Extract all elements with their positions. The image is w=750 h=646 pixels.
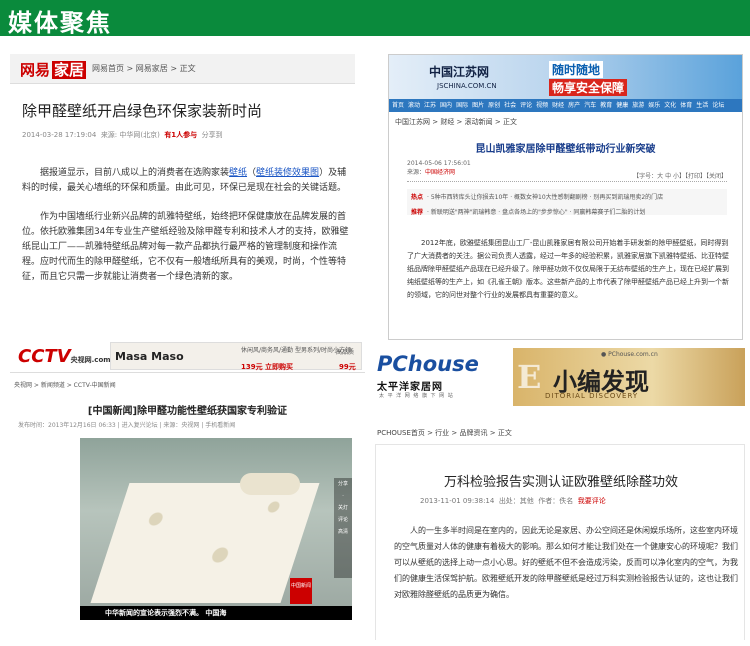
article-title: 除甲醛壁纸开启绿色环保家装新时尚: [22, 102, 263, 120]
jschina-logo[interactable]: 中国江苏网: [429, 63, 489, 80]
nav-item[interactable]: 国际: [456, 102, 468, 109]
nav-item[interactable]: 原创: [488, 102, 500, 109]
nav-item[interactable]: 教育: [600, 102, 612, 109]
netease-topbar: 网易 家居 网易首页 > 网易家居 > 正文: [10, 54, 355, 84]
nav-item[interactable]: 汽车: [584, 102, 596, 109]
nav-item[interactable]: 江苏: [424, 102, 436, 109]
nav-item[interactable]: 健康: [616, 102, 628, 109]
ad-slogan-highlight[interactable]: 畅享安全保障: [549, 79, 628, 96]
article-title: 万科检验报告实测认证欧雅壁纸除醛功效: [443, 475, 678, 490]
video-caption: 中华新闻的宣论表示强烈不满。 中国海: [80, 606, 352, 620]
breadcrumb[interactable]: 央视网 > 新闻频道 > CCTV-中国新闻: [10, 373, 365, 396]
nav-item[interactable]: 社会: [504, 102, 516, 109]
nav-item[interactable]: 视频: [536, 102, 548, 109]
jschina-url: JSCHINA.COM.CN: [437, 82, 497, 90]
article-meta: 2014-05-06 17:56:01 来源：中国经济网 【字号：大 中 小】【…: [407, 160, 727, 182]
wallpaper-sheet-image: [90, 483, 320, 603]
banner-subtitle: DITORIAL DISCOVERY: [545, 392, 639, 400]
main-nav: 首页 滚动 江苏 国内 国际 图片 原创 社会 评论 视频 财经 房产 汽车 教育 健康 旅游 娱乐 文化 体育 生活…: [389, 99, 742, 112]
header-bar: 媒体聚焦: [0, 0, 750, 37]
nav-item[interactable]: 体育: [680, 102, 692, 109]
video-side-control[interactable]: 分享: [334, 478, 352, 490]
share-link[interactable]: 分享到: [202, 131, 223, 139]
ad-text-2: 高品质: [336, 349, 355, 356]
participants-link[interactable]: 有1人参与: [164, 131, 197, 139]
font-size-tools[interactable]: 【字号：大 中 小】【打印】【关闭】: [633, 171, 727, 180]
nav-item[interactable]: 房产: [568, 102, 580, 109]
nav-item[interactable]: 图片: [472, 102, 484, 109]
netease-article-panel: 网易 家居 网易首页 > 网易家居 > 正文 除甲醛壁纸开启绿色环保家装新时尚 2…: [10, 54, 355, 286]
article-body: 人的一生多半时间是在室内的，因此无论是家居、办公空间还是休闲娱乐场所，这些室内环…: [394, 526, 738, 599]
ad-text: 休闲风/商务风/通勤 型男系列/时尚小方领: [241, 347, 351, 354]
breadcrumb[interactable]: 中国江苏网 > 财经 > 滚动新闻 > 正文: [389, 112, 742, 132]
banner-letter: E: [517, 358, 542, 396]
recommend-link-row[interactable]: · 新联明送"两神"凯瑞韩意 · 盘点各场上的"步步惊心" · 同赢韩幕赛子们二…: [427, 209, 645, 216]
ad-slogan[interactable]: 随时随地: [549, 61, 604, 78]
pchouse-logo-cn: 太平洋家居网: [377, 382, 443, 393]
video-side-controls: 分享 · 关灯 评论 高清: [334, 478, 352, 578]
article-meta: 2013-11-01 09:38:14 出处：其他 作者：佚名 我要评论: [420, 497, 606, 505]
jschina-article-panel: 中国江苏网 JSCHINA.COM.CN 随时随地 畅享安全保障 首页 滚动 江苏国…: [388, 54, 743, 340]
comment-link[interactable]: 我要评论: [578, 497, 606, 505]
pchouse-logo-sub: 太 平 洋 网 络 旗 下 网 站: [379, 393, 454, 399]
nav-item[interactable]: 娱乐: [648, 102, 660, 109]
article-meta: 2014-03-28 17:19:04 来源: 中华网(北京) 有1人参与 分享…: [22, 131, 223, 139]
article-body: 据报道显示，目前八成以上的消费者在选购家装壁纸（壁纸装修效果图）及辅料的时候，最…: [22, 168, 349, 282]
wallpaper-link[interactable]: 壁纸: [229, 168, 247, 178]
ad-price-2[interactable]: 99元: [339, 362, 356, 372]
nav-item[interactable]: 论坛: [712, 102, 724, 109]
video-side-control[interactable]: ·: [334, 490, 352, 502]
pchouse-article-panel: PChouse 太平洋家居网 太 平 洋 网 络 旗 下 网 站 E ● PCh…: [375, 346, 745, 640]
article-meta: 发布时间：2013年12月16日 06:33 | 进入复兴论坛 | 来源：央视网…: [18, 422, 236, 429]
cctv-article-panel: CCTV央视网.com Masa Maso 休闲风/商务风/通勤 型男系列/时尚…: [10, 338, 365, 638]
nav-item[interactable]: 评论: [520, 102, 532, 109]
video-side-control[interactable]: 关灯: [334, 502, 352, 514]
breadcrumb[interactable]: PCHOUSE首页 > 行业 > 品牌资讯 > 正文: [377, 428, 512, 438]
channel-badge: 中国新闻: [290, 578, 312, 604]
cctv-logo[interactable]: CCTV央视网.com: [18, 346, 111, 367]
article-title: 昆山凯雅家居除甲醛壁纸带动行业新突破: [475, 144, 656, 155]
breadcrumb[interactable]: 网易首页 > 网易家居 > 正文: [92, 63, 196, 74]
article-body: 2012年底，欧雅壁纸集团昆山工厂-昆山凯雅家居有限公司开始着手研发新的除甲醛壁…: [407, 239, 729, 299]
jschina-banner: 中国江苏网 JSCHINA.COM.CN 随时随地 畅享安全保障: [389, 55, 742, 99]
banner-url: ● PChouse.com.cn: [601, 351, 658, 358]
nav-item[interactable]: 旅游: [632, 102, 644, 109]
page-title: 媒体聚焦: [8, 9, 112, 37]
article-container: 万科检验报告实测认证欧雅壁纸除醛功效 2013-11-01 09:38:14 出…: [375, 444, 745, 640]
nav-item[interactable]: 财经: [552, 102, 564, 109]
nav-item[interactable]: 生活: [696, 102, 708, 109]
hot-link-row[interactable]: · 5种市西转库头让你损去10年 · 概数女神10大性感制翻剧榜 · 别再买到凯…: [427, 194, 663, 201]
advertisement-banner[interactable]: Masa Maso 休闲风/商务风/通勤 型男系列/时尚小方领 139元 立即购…: [110, 342, 362, 372]
video-side-control[interactable]: 评论: [334, 514, 352, 526]
pchouse-logo[interactable]: PChouse: [377, 352, 479, 376]
nav-item[interactable]: 首页: [392, 102, 404, 109]
netease-logo[interactable]: 网易 家居: [20, 59, 87, 80]
hot-links: 热点 · 5种市西转库头让你损去10年 · 概数女神10大性感制翻剧榜 · 别再买…: [407, 189, 727, 216]
nav-item[interactable]: 滚动: [408, 102, 420, 109]
editor-discovery-banner[interactable]: E ● PChouse.com.cn 小编发现 DITORIAL DISCOVE…: [513, 348, 745, 406]
wallpaper-gallery-link[interactable]: 壁纸装修效果图: [256, 168, 319, 178]
wallpaper-roll-image: [240, 473, 300, 495]
video-side-control[interactable]: 高清: [334, 526, 352, 538]
ad-price[interactable]: 139元 立即购买: [241, 362, 293, 372]
cctv-topbar: CCTV央视网.com Masa Maso 休闲风/商务风/通勤 型男系列/时尚…: [10, 338, 365, 373]
ad-brand: Masa Maso: [115, 350, 184, 363]
nav-item[interactable]: 国内: [440, 102, 452, 109]
video-player[interactable]: 分享 · 关灯 评论 高清 中国新闻 中华新闻的宣论表示强烈不满。 中国海: [80, 438, 352, 620]
article-title: [中国新闻]除甲醛功能性壁纸获国家专利验证: [87, 406, 288, 417]
nav-item[interactable]: 文化: [664, 102, 676, 109]
